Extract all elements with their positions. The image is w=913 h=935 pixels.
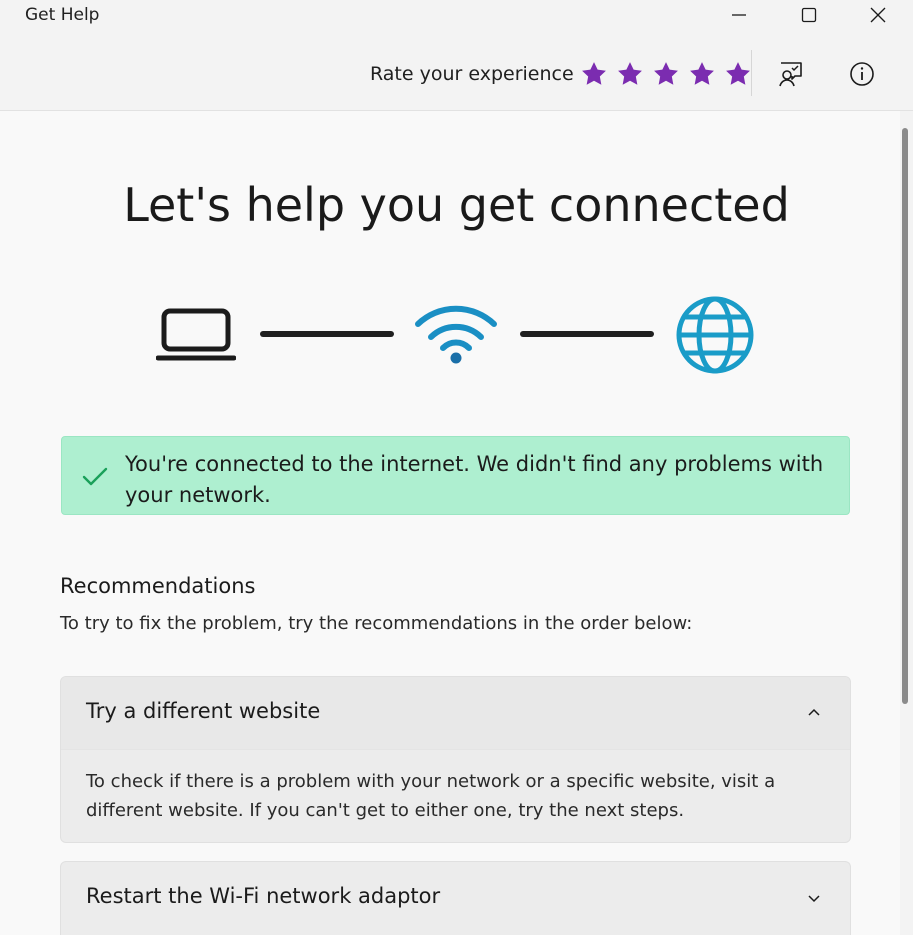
connector-line — [520, 331, 654, 337]
close-button[interactable] — [855, 0, 901, 30]
chevron-down-icon — [808, 895, 820, 903]
star-icon[interactable] — [724, 60, 752, 88]
star-icon[interactable] — [616, 60, 644, 88]
minimize-button[interactable] — [716, 0, 762, 30]
maximize-icon — [801, 7, 817, 23]
status-message: You're connected to the internet. We did… — [125, 452, 824, 507]
laptop-icon — [155, 308, 237, 361]
checkmark-icon — [82, 467, 108, 486]
feedback-button[interactable] — [775, 58, 807, 90]
rating-control: Rate your experience — [370, 58, 760, 90]
info-icon — [850, 62, 874, 86]
recommendations-description: To try to fix the problem, try the recom… — [60, 613, 693, 634]
toolbar-divider — [751, 50, 752, 96]
recommendations-title: Recommendations — [60, 574, 256, 598]
rate-label: Rate your experience — [370, 63, 574, 85]
connection-diagram — [150, 292, 770, 378]
recommendation-body: To check if there is a problem with your… — [86, 771, 776, 821]
app-title: Get Help — [25, 5, 100, 25]
recommendation-header[interactable]: Try a different website — [61, 677, 850, 749]
chevron-up-icon — [808, 708, 820, 716]
recommendation-card: Restart the Wi-Fi network adaptor — [60, 861, 851, 935]
info-button[interactable] — [846, 58, 878, 90]
connector-line — [260, 331, 394, 337]
maximize-button[interactable] — [786, 0, 832, 30]
close-icon — [870, 7, 886, 23]
star-icon[interactable] — [688, 60, 716, 88]
status-banner: You're connected to the internet. We did… — [61, 436, 850, 515]
card-divider — [61, 749, 850, 750]
wifi-icon — [415, 305, 497, 364]
recommendation-title: Restart the Wi-Fi network adaptor — [86, 884, 441, 908]
recommendation-card: Try a different website To check if ther… — [60, 676, 851, 843]
title-bar: Get Help Rate your experience — [0, 0, 913, 111]
minimize-icon — [732, 14, 746, 16]
star-icon[interactable] — [580, 60, 608, 88]
star-icon[interactable] — [652, 60, 680, 88]
feedback-icon — [779, 62, 802, 87]
recommendation-title: Try a different website — [86, 699, 321, 723]
recommendation-header[interactable]: Restart the Wi-Fi network adaptor — [61, 862, 850, 934]
page-title: Let's help you get connected — [123, 178, 790, 232]
globe-icon — [676, 296, 754, 374]
